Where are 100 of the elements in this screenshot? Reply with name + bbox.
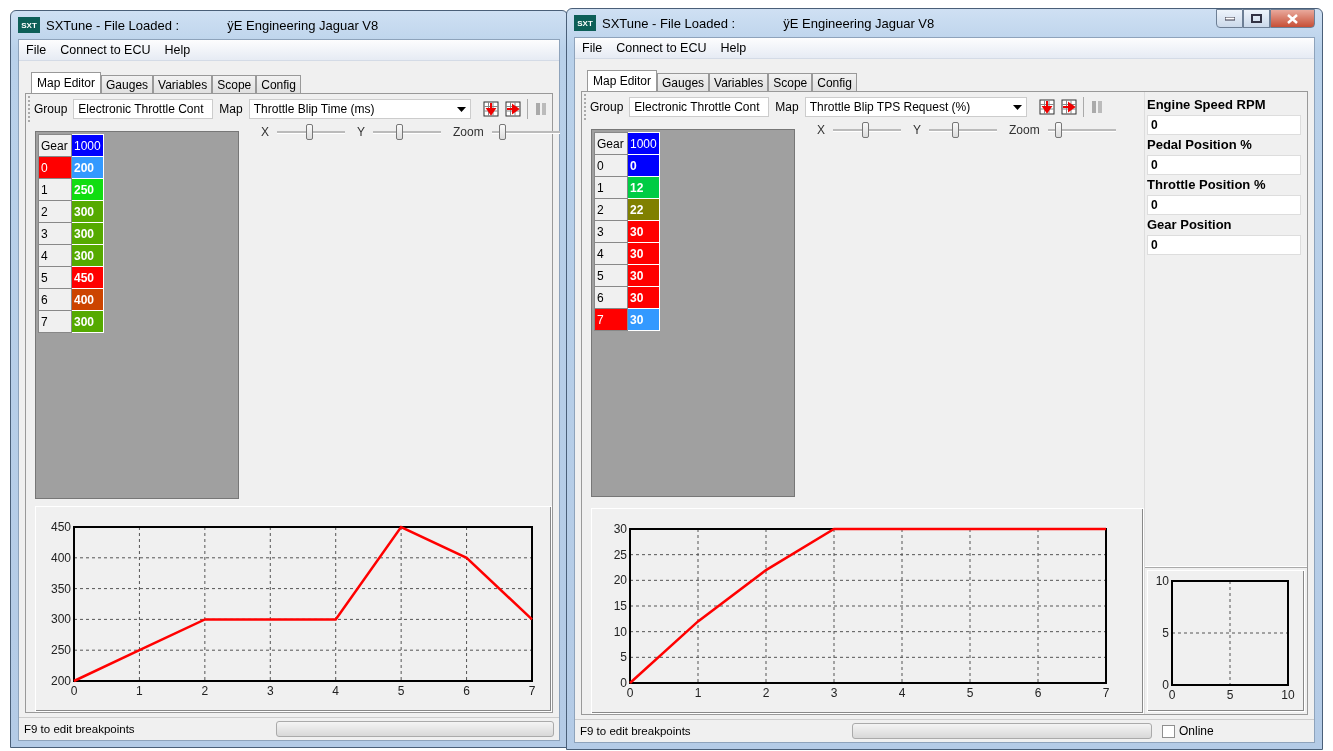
y-tick-label: 450 [50, 520, 71, 534]
y-tick-label: 0 [620, 676, 627, 690]
y-tick-label: 5 [620, 650, 627, 665]
caret-icon [456, 106, 466, 112]
window-title: SXTune - File Loaded : [46, 17, 180, 33]
row-header[interactable]: 5 [594, 264, 628, 287]
slider-label: X [817, 123, 825, 137]
row-header[interactable]: 0 [594, 154, 628, 177]
row-header[interactable]: 7 [38, 310, 72, 333]
tab[interactable]: Map Editor [31, 72, 102, 93]
y-tick-label: 400 [50, 550, 71, 565]
x-tick-label: 10 [1281, 688, 1295, 702]
x-tick-label: 4 [898, 686, 906, 700]
checkbox[interactable] [1162, 724, 1175, 738]
tab[interactable]: Variables [153, 75, 213, 93]
slider-thumb[interactable] [396, 124, 404, 140]
gauge-value: 0 [1147, 235, 1301, 255]
row-header[interactable]: 3 [38, 222, 72, 245]
menu-item[interactable]: Connect to ECU [609, 41, 714, 55]
y-tick-label: 300 [50, 612, 71, 627]
x-tick-label: 7 [1102, 686, 1110, 700]
y-tick-label: 30 [613, 522, 627, 536]
slider-thumb[interactable] [1055, 122, 1063, 138]
x-tick-label: 2 [762, 686, 770, 700]
x-tick-label: 5 [966, 686, 974, 700]
tab[interactable]: Scope [212, 75, 257, 93]
map-dropdown[interactable]: Throttle Blip TPS Request (%) [804, 97, 1027, 117]
map-dropdown[interactable]: Throttle Blip Time (ms) [248, 99, 471, 119]
row-header[interactable]: 4 [594, 242, 628, 265]
group-dropdown[interactable]: Electronic Throttle Cont [629, 97, 770, 117]
slider-thumb[interactable] [952, 122, 960, 138]
row-header[interactable]: 4 [38, 244, 72, 267]
minimize-button[interactable] [1216, 9, 1243, 28]
group-dropdown[interactable]: Electronic Throttle Cont [73, 99, 214, 119]
group-label: Group [590, 100, 624, 114]
file-name: ÿE Engineering Jaguar V8 [783, 15, 935, 31]
tab[interactable]: Config [812, 73, 857, 91]
close-button[interactable] [1270, 9, 1315, 28]
map-label: Map [219, 102, 243, 116]
row-header[interactable]: 0 [38, 156, 72, 179]
app-logo: SXT [574, 15, 596, 31]
file-name: ÿE Engineering Jaguar V8 [227, 17, 379, 33]
row-header[interactable]: 3 [594, 220, 628, 243]
menu-item[interactable]: Connect to ECU [53, 43, 158, 57]
x-tick-label: 3 [266, 684, 274, 698]
row-header[interactable]: 6 [38, 288, 72, 311]
menu-item[interactable]: File [575, 41, 610, 55]
x-tick-label: 0 [1168, 688, 1176, 702]
y-tick-label: 10 [613, 624, 627, 639]
app-logo: SXT [18, 17, 40, 33]
y-tick-label: 5 [1162, 626, 1169, 640]
row-header[interactable]: 7 [594, 308, 628, 331]
tab[interactable]: Variables [709, 73, 769, 91]
insert-row-icon[interactable] [482, 101, 499, 117]
checkbox-label: Online [1179, 724, 1214, 738]
slider-label: Zoom [1009, 123, 1040, 137]
insert-column-icon[interactable] [504, 101, 521, 117]
menu-item[interactable]: Help [713, 41, 754, 55]
x-tick-label: 6 [1034, 686, 1042, 700]
maximize-button[interactable] [1243, 9, 1270, 28]
x-tick-label: 6 [463, 684, 470, 698]
gauge-label: Engine Speed RPM [1147, 97, 1267, 114]
insert-column-icon[interactable] [1060, 99, 1077, 115]
slider-label: Y [357, 125, 366, 139]
y-tick-label: 10 [1155, 574, 1169, 588]
y-tick-label: 250 [50, 643, 71, 658]
tab[interactable]: Scope [768, 73, 813, 91]
caret-icon [1012, 104, 1022, 110]
tab[interactable]: Gauges [101, 75, 154, 93]
x-tick-label: 2 [201, 684, 209, 698]
x-tick-label: 5 [1226, 688, 1234, 702]
x-tick-label: 1 [694, 686, 702, 700]
y-tick-label: 20 [613, 573, 627, 588]
x-tick-label: 5 [397, 684, 405, 698]
row-header[interactable]: 1 [594, 176, 628, 199]
row-header[interactable]: 6 [594, 286, 628, 309]
row-header[interactable]: 2 [38, 200, 72, 223]
slider-thumb[interactable] [862, 122, 870, 138]
slider-thumb[interactable] [499, 124, 507, 140]
column-header: 1000 [627, 132, 660, 155]
y-tick-label: 0 [1162, 678, 1169, 692]
x-tick-label: 0 [626, 686, 634, 700]
row-header[interactable]: 2 [594, 198, 628, 221]
y-tick-label: 25 [613, 547, 627, 562]
tab[interactable]: Map Editor [587, 70, 658, 91]
tab[interactable]: Config [256, 75, 301, 93]
x-tick-label: 1 [136, 684, 143, 698]
tab[interactable]: Gauges [657, 73, 710, 91]
column-header: Gear [38, 134, 72, 157]
row-header[interactable]: 5 [38, 266, 72, 289]
row-header[interactable]: 1 [38, 178, 72, 201]
menu-item[interactable]: File [19, 43, 54, 57]
y-tick-label: 350 [50, 581, 71, 596]
menu-item[interactable]: Help [157, 43, 198, 57]
gauge-value: 0 [1147, 155, 1301, 175]
column-header: 1000 [71, 134, 104, 157]
minimize-icon [1224, 16, 1235, 21]
column-header: Gear [594, 132, 628, 155]
insert-row-icon[interactable] [1038, 99, 1055, 115]
slider-thumb[interactable] [305, 124, 313, 140]
